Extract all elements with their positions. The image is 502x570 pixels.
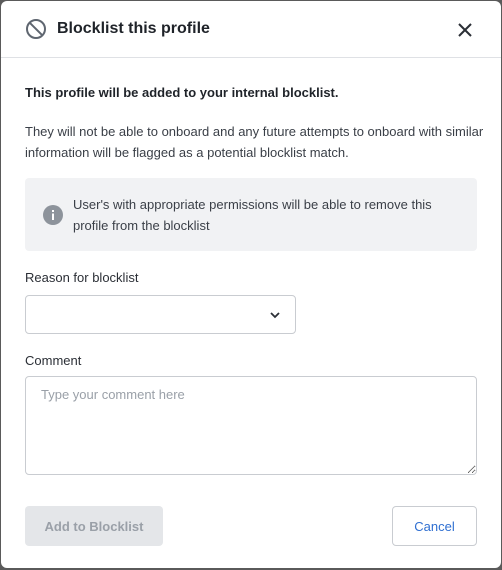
reason-select[interactable] [25, 295, 296, 334]
description-text: They will not be able to onboard and any… [25, 124, 484, 160]
info-text: User's with appropriate permissions will… [73, 197, 432, 233]
comment-label: Comment [25, 353, 82, 368]
dialog-header: Blocklist this profile [1, 1, 501, 58]
comment-field[interactable] [25, 376, 477, 475]
add-to-blocklist-button[interactable]: Add to Blocklist [25, 506, 163, 546]
info-callout: User's with appropriate permissions will… [25, 178, 477, 251]
intro-text: This profile will be added to your inter… [25, 85, 339, 100]
dialog-title: Blocklist this profile [57, 20, 210, 37]
ban-icon [26, 19, 46, 39]
close-icon[interactable] [453, 18, 477, 42]
reason-label: Reason for blocklist [25, 270, 139, 285]
blocklist-dialog: Blocklist this profile This profile will… [1, 1, 501, 568]
cancel-button[interactable]: Cancel [392, 506, 477, 546]
info-icon [43, 205, 63, 225]
chevron-down-icon [270, 312, 280, 319]
